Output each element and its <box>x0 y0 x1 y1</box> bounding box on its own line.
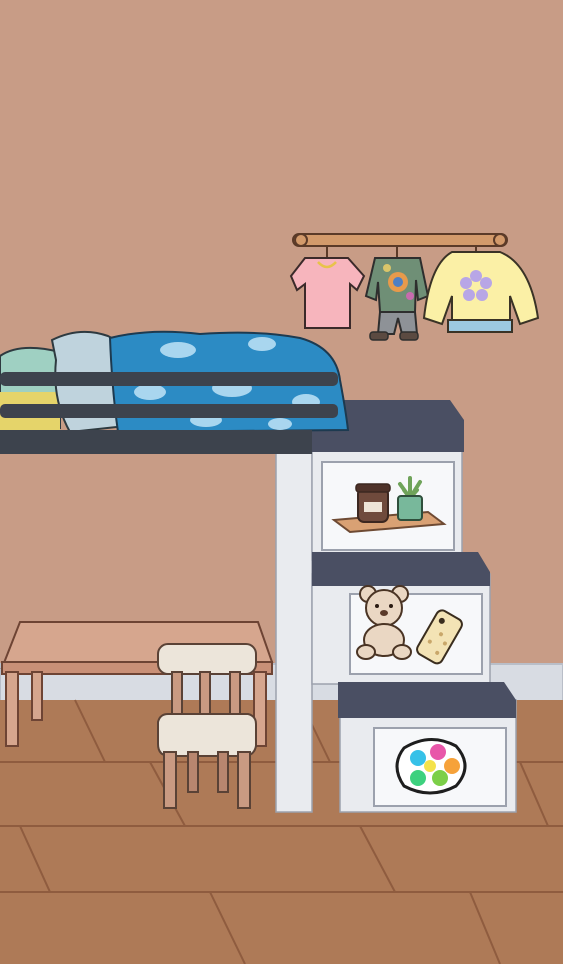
pop-it-icon[interactable] <box>395 738 467 795</box>
bed-icon[interactable] <box>0 330 350 454</box>
room-canvas <box>0 0 563 964</box>
room-scene <box>0 0 563 964</box>
plant-icon[interactable] <box>397 476 423 521</box>
